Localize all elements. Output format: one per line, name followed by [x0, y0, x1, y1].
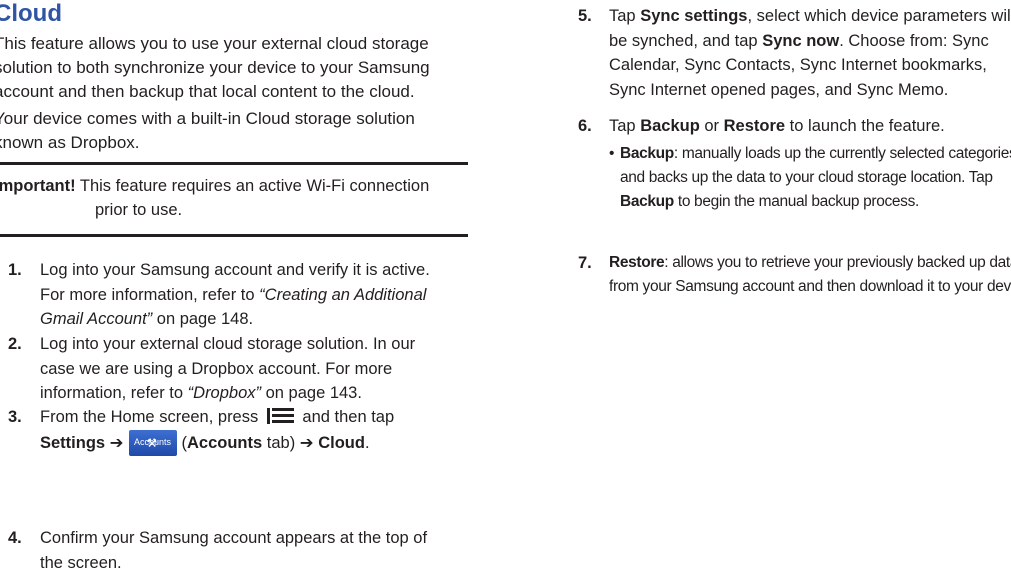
step-text: For more information, refer to [40, 285, 260, 304]
important-rule-top [0, 162, 468, 165]
step-text: . Choose from: Sync [839, 31, 989, 50]
step-text: be synched, and tap [609, 31, 763, 50]
intro-line: solution to both synchronize your device… [0, 58, 430, 77]
step-text: Tap [609, 7, 641, 25]
step-text: Log into your external cloud storage sol… [40, 335, 416, 353]
step-number: 2. [8, 335, 22, 353]
intro-paragraph: This feature allows you to use your exte… [0, 32, 430, 104]
page-reference: on page 148. [152, 310, 254, 328]
bullet-text: and backs up the data to your cloud stor… [620, 169, 993, 186]
step-number: 7. [578, 254, 592, 272]
step-4: 4. Confirm your Samsung account appears … [8, 526, 468, 576]
accounts-wrench-icon: ⚒ Accounts [128, 429, 177, 456]
restore-term: Restore [609, 254, 665, 271]
step-2: 2. Log into your external cloud storage … [8, 332, 468, 407]
step-text: information, refer to [40, 384, 188, 402]
important-note: Important! This feature requires an acti… [0, 174, 429, 222]
step-number: 1. [8, 261, 22, 279]
important-label: Important! [0, 177, 76, 195]
important-text: This feature requires an active Wi-Fi co… [79, 177, 430, 195]
bullet-text: : manually loads up the currently select… [673, 145, 1011, 162]
bullet-text: to begin the manual backup process. [673, 193, 919, 210]
step-text: the screen. [40, 553, 122, 572]
step-text: : allows you to retrieve your previously… [664, 254, 1011, 271]
step-text: Log into your Samsung account and verify… [40, 261, 430, 279]
step-text: Calendar, Sync Contacts, Sync Internet b… [609, 56, 987, 74]
step-7: 7. Restore: allows you to retrieve your … [578, 251, 1011, 306]
sync-settings-label: Sync settings [640, 7, 748, 25]
step-text: tab) ➔ [262, 433, 319, 452]
menu-key-icon [266, 408, 294, 424]
cross-reference: “Dropbox” [187, 384, 262, 402]
step-text: Tap [609, 117, 641, 135]
settings-label: Settings ➔ [40, 433, 124, 452]
important-rule-bottom [0, 234, 468, 237]
step-text: or [699, 117, 724, 135]
step-number: 6. [578, 117, 592, 135]
step-number: 5. [578, 7, 592, 25]
step-text: , select which device parameters will [747, 7, 1011, 25]
step-text: case we are using a Dropbox account. For… [40, 359, 393, 378]
step-text: Confirm your Samsung account appears at … [40, 529, 428, 547]
step-6: 6. Tap Backup or Restore to launch the f… [578, 114, 1011, 224]
cross-reference: Gmail Account” [40, 310, 153, 328]
intro-line: account and then backup that local conte… [0, 82, 415, 101]
step-1: 1. Log into your Samsung account and ver… [8, 258, 468, 333]
backup-label: Backup [640, 117, 700, 135]
cloud-label: Cloud [318, 433, 365, 452]
page-reference: on page 143. [261, 384, 362, 402]
step-3: 3. From the Home screen, press and then … [8, 405, 468, 460]
step-5: 5. Tap Sync settings, select which devic… [578, 4, 1011, 104]
dropbox-paragraph: Your device comes with a built-in Cloud … [0, 107, 415, 155]
step-text: and then tap [297, 408, 395, 426]
step-text: Sync Internet opened pages, and Sync Mem… [609, 80, 949, 99]
step-text: from your Samsung account and then downl… [609, 278, 1011, 295]
step-text: From the Home screen, press [40, 408, 263, 426]
step-number: 3. [8, 408, 22, 426]
period: . [364, 433, 370, 452]
accounts-tab-label: Accounts [187, 433, 263, 452]
step-text: to launch the feature. [785, 117, 945, 135]
bullet-marker: • [609, 145, 615, 162]
cross-reference: “Creating an Additional [259, 285, 427, 304]
accounts-icon-label: Accounts [133, 437, 172, 447]
backup-term: Backup [620, 193, 674, 210]
sync-now-label: Sync now [762, 31, 840, 50]
dropbox-line: known as Dropbox. [0, 133, 140, 152]
restore-label: Restore [723, 117, 786, 135]
step-number: 4. [8, 529, 22, 547]
backup-term: Backup [620, 145, 674, 162]
intro-line: This feature allows you to use your exte… [0, 34, 429, 53]
section-title: Cloud [0, 0, 62, 27]
important-text-cont: prior to use. [95, 201, 183, 219]
dropbox-line: Your device comes with a built-in Cloud … [0, 109, 415, 128]
